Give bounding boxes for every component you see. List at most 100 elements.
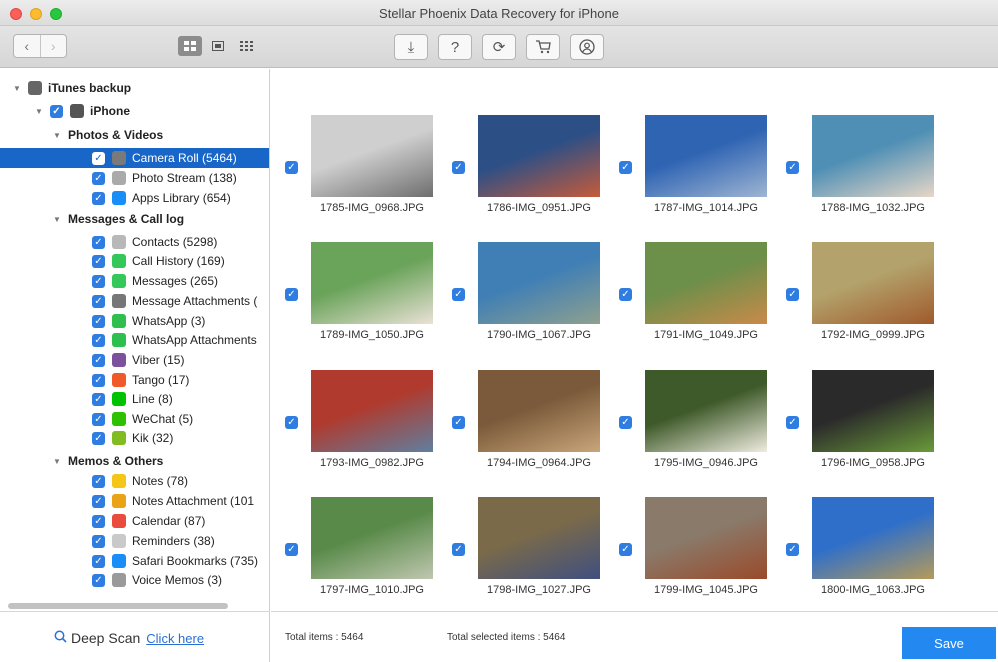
checkbox[interactable]: ✓ — [92, 274, 105, 288]
checkbox[interactable]: ✓ — [92, 474, 105, 488]
photo-checkbox[interactable]: ✓ — [786, 161, 799, 174]
photo-tile[interactable]: ✓ 1791-IMG_1049.JPG — [619, 242, 779, 352]
photo-checkbox[interactable]: ✓ — [285, 416, 298, 429]
checkbox[interactable]: ✓ — [92, 171, 105, 185]
back-button[interactable]: ‹ — [14, 35, 40, 57]
tree-item[interactable]: ▼ iTunes backup — [0, 78, 269, 98]
checkbox[interactable]: ✓ — [92, 534, 105, 548]
refresh-button[interactable]: ⟳ — [482, 34, 516, 60]
tree-item[interactable]: ✓ Contacts (5298) — [0, 232, 269, 252]
photo-tile[interactable]: ✓ 1799-IMG_1045.JPG — [619, 497, 779, 607]
photo-checkbox[interactable]: ✓ — [619, 416, 632, 429]
help-button[interactable]: ? — [438, 34, 472, 60]
tree-item[interactable]: ▼ Photos & Videos — [0, 125, 269, 145]
photo-checkbox[interactable]: ✓ — [619, 288, 632, 301]
checkbox[interactable]: ✓ — [92, 314, 105, 328]
photo-thumbnail[interactable] — [311, 370, 433, 452]
save-button[interactable]: Save — [902, 627, 996, 659]
photo-thumbnail[interactable] — [478, 370, 600, 452]
photo-checkbox[interactable]: ✓ — [452, 543, 465, 556]
sidebar-horizontal-scrollbar[interactable] — [8, 603, 228, 609]
disclosure-triangle-icon[interactable]: ▼ — [52, 457, 62, 466]
tree-item[interactable]: ✓ WeChat (5) — [0, 409, 269, 429]
tree-item[interactable]: ✓ Kik (32) — [0, 428, 269, 448]
photo-thumbnail[interactable] — [311, 115, 433, 197]
photo-checkbox[interactable]: ✓ — [452, 161, 465, 174]
checkbox[interactable]: ✓ — [92, 333, 105, 347]
view-thumbnail-button[interactable] — [234, 36, 258, 56]
photo-tile[interactable]: ✓ 1797-IMG_1010.JPG — [285, 497, 445, 607]
tree-item[interactable]: ✓ Apps Library (654) — [0, 188, 269, 208]
checkbox[interactable]: ✓ — [92, 573, 105, 587]
tree-item[interactable]: ✓ Message Attachments ( — [0, 291, 269, 311]
forward-button[interactable]: › — [39, 35, 67, 57]
photo-thumbnail[interactable] — [812, 242, 934, 324]
photo-checkbox[interactable]: ✓ — [452, 288, 465, 301]
checkbox[interactable]: ✓ — [92, 514, 105, 528]
photo-tile[interactable]: ✓ 1789-IMG_1050.JPG — [285, 242, 445, 352]
disclosure-triangle-icon[interactable]: ▼ — [52, 131, 62, 140]
photo-thumbnail[interactable] — [478, 497, 600, 579]
disclosure-triangle-icon[interactable]: ▼ — [12, 84, 22, 93]
photo-tile[interactable]: ✓ 1793-IMG_0982.JPG — [285, 370, 445, 480]
photo-thumbnail[interactable] — [311, 242, 433, 324]
photo-tile[interactable]: ✓ 1800-IMG_1063.JPG — [786, 497, 946, 607]
view-grid-button[interactable] — [178, 36, 202, 56]
checkbox[interactable]: ✓ — [92, 191, 105, 205]
photo-checkbox[interactable]: ✓ — [452, 416, 465, 429]
tree-item[interactable]: ▼ Messages & Call log — [0, 209, 269, 229]
photo-tile[interactable]: ✓ 1798-IMG_1027.JPG — [452, 497, 612, 607]
photo-checkbox[interactable]: ✓ — [285, 161, 298, 174]
photo-tile[interactable]: ✓ 1795-IMG_0946.JPG — [619, 370, 779, 480]
checkbox[interactable]: ✓ — [92, 254, 105, 268]
checkbox[interactable]: ✓ — [92, 373, 105, 387]
photo-checkbox[interactable]: ✓ — [285, 288, 298, 301]
tree-item[interactable]: ✓ Messages (265) — [0, 271, 269, 291]
cart-button[interactable] — [526, 34, 560, 60]
tree-item[interactable]: ✓ Camera Roll (5464) — [0, 148, 269, 168]
tree-item[interactable]: ✓ Notes Attachment (101 — [0, 491, 269, 511]
checkbox[interactable]: ✓ — [92, 235, 105, 249]
photo-thumbnail[interactable] — [645, 242, 767, 324]
photo-thumbnail[interactable] — [645, 370, 767, 452]
photo-checkbox[interactable]: ✓ — [285, 543, 298, 556]
tree-item[interactable]: ✓ Line (8) — [0, 389, 269, 409]
photo-checkbox[interactable]: ✓ — [619, 161, 632, 174]
photo-thumbnail[interactable] — [645, 115, 767, 197]
tree-item[interactable]: ✓ Notes (78) — [0, 471, 269, 491]
tree-item[interactable]: ✓ Viber (15) — [0, 350, 269, 370]
photo-thumbnail[interactable] — [478, 115, 600, 197]
photo-tile[interactable]: ✓ 1787-IMG_1014.JPG — [619, 115, 779, 225]
tree-item[interactable]: ✓ Reminders (38) — [0, 531, 269, 551]
photo-checkbox[interactable]: ✓ — [619, 543, 632, 556]
checkbox[interactable]: ✓ — [92, 151, 105, 165]
photo-thumbnail[interactable] — [812, 497, 934, 579]
photo-thumbnail[interactable] — [478, 242, 600, 324]
photo-checkbox[interactable]: ✓ — [786, 543, 799, 556]
tree-item[interactable]: ✓ WhatsApp (3) — [0, 311, 269, 331]
photo-tile[interactable]: ✓ 1786-IMG_0951.JPG — [452, 115, 612, 225]
disclosure-triangle-icon[interactable]: ▼ — [52, 215, 62, 224]
deep-scan-link[interactable]: Click here — [146, 631, 204, 646]
photo-tile[interactable]: ✓ 1790-IMG_1067.JPG — [452, 242, 612, 352]
tree-item[interactable]: ✓ Voice Memos (3) — [0, 570, 269, 590]
account-button[interactable] — [570, 34, 604, 60]
tree-item[interactable]: ▼ Memos & Others — [0, 451, 269, 471]
photo-thumbnail[interactable] — [812, 370, 934, 452]
photo-thumbnail[interactable] — [812, 115, 934, 197]
checkbox[interactable]: ✓ — [92, 431, 105, 445]
photo-tile[interactable]: ✓ 1794-IMG_0964.JPG — [452, 370, 612, 480]
tree-item[interactable]: ✓ Safari Bookmarks (735) — [0, 551, 269, 571]
checkbox[interactable]: ✓ — [92, 294, 105, 308]
checkbox[interactable]: ✓ — [92, 554, 105, 568]
checkbox[interactable]: ✓ — [92, 353, 105, 367]
photo-tile[interactable]: ✓ 1785-IMG_0968.JPG — [285, 115, 445, 225]
tree-item[interactable]: ✓ Tango (17) — [0, 370, 269, 390]
tree-item[interactable]: ✓ Call History (169) — [0, 251, 269, 271]
view-list-button[interactable] — [206, 36, 230, 56]
checkbox[interactable]: ✓ — [92, 392, 105, 406]
checkbox[interactable]: ✓ — [50, 104, 63, 118]
photo-checkbox[interactable]: ✓ — [786, 416, 799, 429]
photo-tile[interactable]: ✓ 1796-IMG_0958.JPG — [786, 370, 946, 480]
photo-tile[interactable]: ✓ 1788-IMG_1032.JPG — [786, 115, 946, 225]
